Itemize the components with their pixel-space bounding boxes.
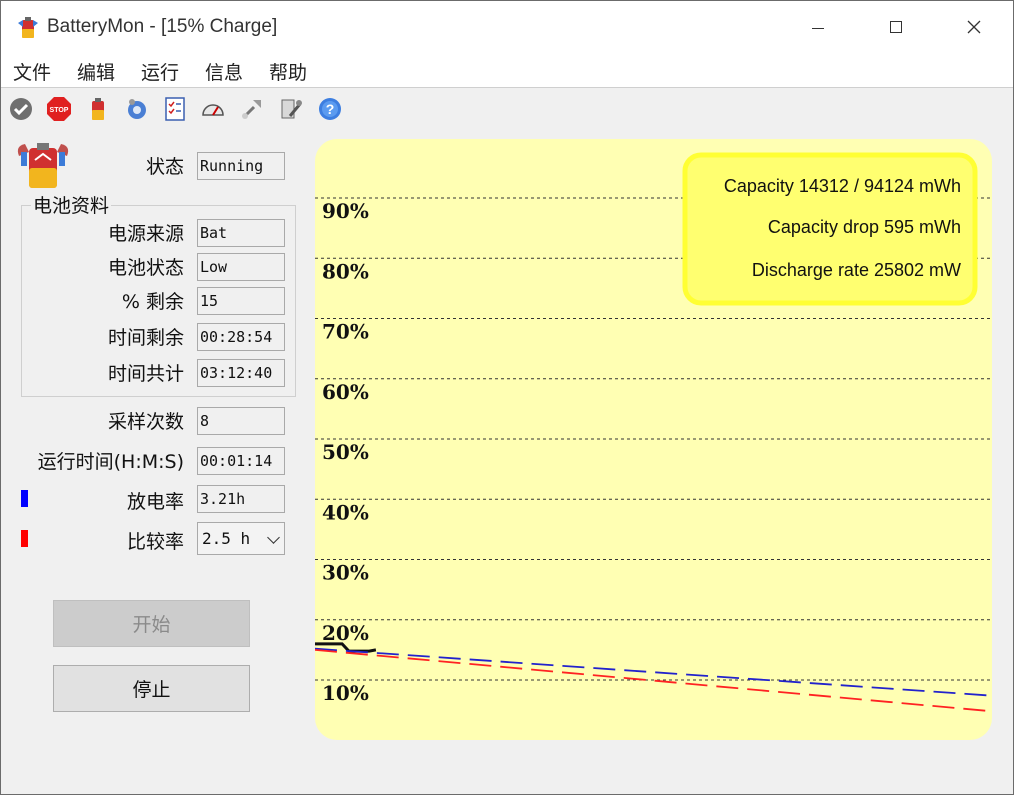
close-button[interactable]	[935, 1, 1013, 53]
info-capacity: Capacity 14312 / 94124 mWh	[724, 176, 961, 196]
battery-icon[interactable]	[85, 96, 111, 122]
runtime-field: 00:01:14	[197, 447, 285, 475]
time-left-label: 时间剩余	[107, 327, 184, 349]
app-battery-icon	[18, 17, 38, 38]
app-window: BatteryMon - [15% Charge] 文件 编辑 运行 信息 帮助…	[0, 0, 1014, 795]
start-button[interactable]: 开始	[53, 600, 250, 647]
check-icon[interactable]	[8, 96, 34, 122]
total-time-field: 03:12:40	[197, 359, 285, 387]
menu-info[interactable]: 信息	[205, 58, 243, 85]
y-tick-label: 50%	[322, 440, 369, 464]
battery-logo-icon	[17, 143, 69, 188]
minimize-icon	[812, 27, 824, 29]
settings-gear-icon[interactable]	[124, 96, 150, 122]
title-bar: BatteryMon - [15% Charge]	[1, 1, 1013, 53]
stop-icon[interactable]: STOP	[46, 96, 72, 122]
window-title: BatteryMon - [15% Charge]	[47, 16, 278, 37]
compare-rate-color-marker	[21, 530, 28, 547]
close-icon	[967, 20, 981, 34]
battery-status-label: 电池状态	[107, 257, 184, 279]
runtime-label: 运行时间(H:M:S)	[37, 451, 184, 473]
info-box: Capacity 14312 / 94124 mWh Capacity drop…	[682, 152, 978, 306]
percent-left-field: 15	[197, 287, 285, 315]
checklist-icon[interactable]	[162, 96, 188, 122]
wrench-icon[interactable]	[278, 96, 304, 122]
battery-status-field: Low	[197, 253, 285, 281]
discharge-rate-label: 放电率	[126, 491, 184, 513]
battery-info-title: 电池资料	[31, 191, 112, 218]
y-tick-label: 20%	[322, 621, 369, 645]
maximize-icon	[890, 21, 902, 33]
total-time-label: 时间共计	[107, 363, 184, 385]
svg-text:?: ?	[326, 101, 335, 117]
y-tick-label: 90%	[322, 199, 369, 223]
menu-file[interactable]: 文件	[13, 58, 51, 85]
samples-field: 8	[197, 407, 285, 435]
toolbar: STOP ?	[1, 88, 1013, 132]
compare-rate-value: 2.5 h	[202, 529, 251, 548]
power-source-field: Bat	[197, 219, 285, 247]
stop-button[interactable]: 停止	[53, 665, 250, 712]
percent-left-label: % 剩余	[121, 291, 184, 313]
minimize-button[interactable]	[779, 1, 857, 53]
gauge-icon[interactable]	[200, 96, 226, 122]
compare-rate-select[interactable]: 2.5 h	[197, 522, 285, 555]
y-tick-label: 30%	[322, 561, 369, 585]
tools-icon[interactable]	[239, 96, 265, 122]
samples-label: 采样次数	[107, 411, 184, 433]
y-tick-label: 60%	[322, 380, 369, 404]
menu-run[interactable]: 运行	[141, 58, 179, 85]
menu-help[interactable]: 帮助	[269, 58, 307, 85]
status-field: Running	[197, 152, 285, 180]
power-source-label: 电源来源	[107, 223, 184, 245]
menu-edit[interactable]: 编辑	[77, 58, 115, 85]
help-icon[interactable]: ?	[317, 96, 343, 122]
y-tick-label: 80%	[322, 259, 369, 283]
status-label: 状态	[145, 156, 184, 178]
menu-bar: 文件 编辑 运行 信息 帮助	[1, 53, 1013, 88]
y-tick-label: 70%	[322, 320, 369, 344]
maximize-button[interactable]	[857, 1, 935, 53]
svg-text:STOP: STOP	[50, 107, 69, 114]
info-capacity-drop: Capacity drop 595 mWh	[768, 217, 961, 237]
compare-rate-label: 比较率	[126, 531, 184, 553]
y-tick-label: 10%	[322, 681, 369, 705]
discharge-rate-field: 3.21h	[197, 485, 285, 513]
battery-chart: 90% 80% 70% 60% 50% 40% 30% 20% 10% Capacity 143…	[315, 139, 992, 740]
chevron-down-icon	[267, 531, 280, 544]
discharge-rate-color-marker	[21, 490, 28, 507]
info-discharge-rate: Discharge rate 25802 mW	[752, 260, 961, 280]
y-tick-label: 40%	[322, 500, 369, 524]
time-left-field: 00:28:54	[197, 323, 285, 351]
